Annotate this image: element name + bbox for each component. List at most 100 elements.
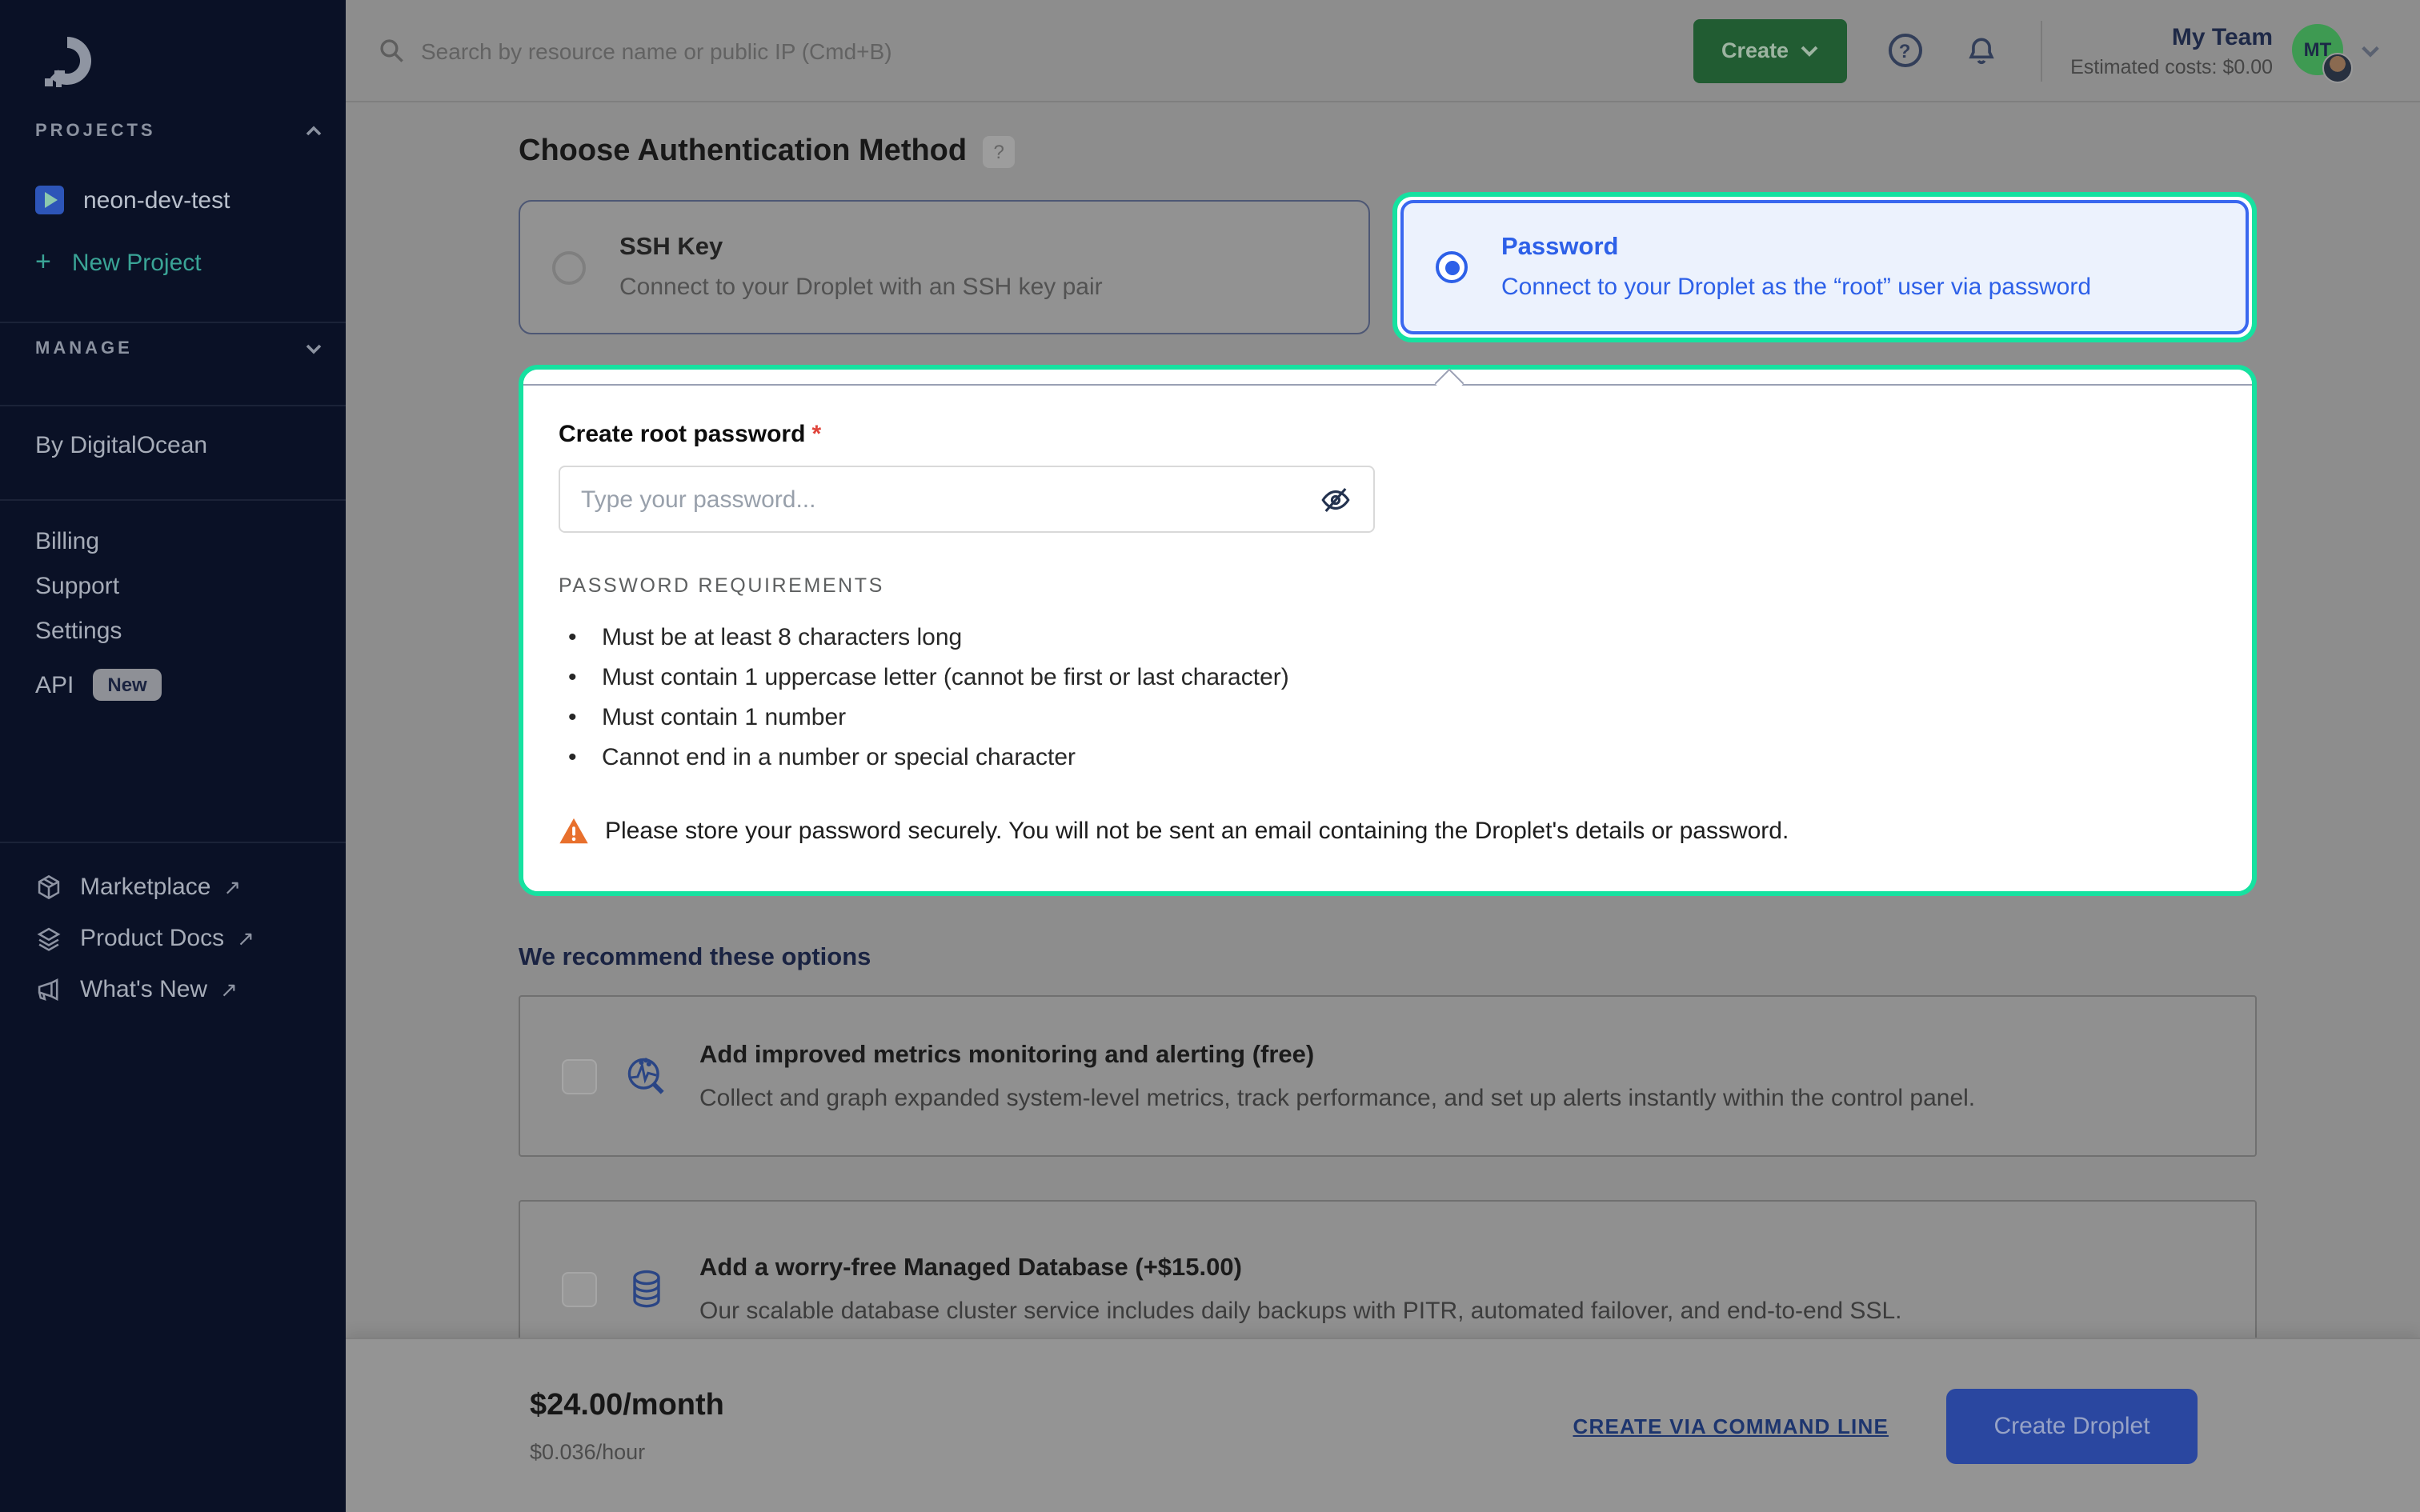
auth-option-password[interactable]: Password Connect to your Droplet as the … xyxy=(1400,200,2249,334)
manage-section-header[interactable]: MANAGE xyxy=(35,339,323,358)
radio-selected-icon[interactable] xyxy=(1436,251,1468,283)
auth-method-options: SSH Key Connect to your Droplet with an … xyxy=(519,192,2257,342)
settings-label: Settings xyxy=(35,618,122,645)
sidebar-item-settings[interactable]: Settings xyxy=(35,618,323,645)
external-arrow-icon: ↗ xyxy=(237,926,254,951)
sidebar-divider xyxy=(0,405,346,406)
required-asterisk: * xyxy=(811,421,821,448)
help-question-icon: ? xyxy=(1899,39,1911,62)
monthly-price: $24.00/month xyxy=(530,1388,724,1423)
database-icon xyxy=(623,1266,671,1314)
eye-off-icon[interactable] xyxy=(1319,482,1352,516)
recommend-title: We recommend these options xyxy=(519,944,2257,973)
support-label: Support xyxy=(35,573,119,600)
panel-caret xyxy=(1435,369,1464,398)
sidebar-divider xyxy=(0,499,346,501)
new-project-label: New Project xyxy=(72,249,202,276)
metrics-option-desc: Collect and graph expanded system-level … xyxy=(699,1084,1975,1111)
sidebar-divider xyxy=(0,322,346,323)
sidebar-item-marketplace[interactable]: Marketplace ↗ xyxy=(35,874,323,901)
title-help-button[interactable]: ? xyxy=(983,136,1015,168)
sidebar-item-support[interactable]: Support xyxy=(35,573,323,600)
create-via-command-line-link[interactable]: CREATE VIA COMMAND LINE xyxy=(1573,1414,1889,1438)
api-label: API xyxy=(35,671,74,698)
price-block: $24.00/month $0.036/hour xyxy=(530,1388,724,1463)
layers-icon xyxy=(35,925,62,952)
billing-label: Billing xyxy=(35,528,99,555)
sidebar-item-whats-new[interactable]: What's New ↗ xyxy=(35,976,323,1003)
password-desc: Connect to your Droplet as the “root” us… xyxy=(1501,274,2091,301)
project-icon xyxy=(35,186,64,214)
product-docs-label: Product Docs xyxy=(80,925,224,952)
bottom-bar: $24.00/month $0.036/hour CREATE VIA COMM… xyxy=(346,1338,2420,1512)
estimated-costs: Estimated costs: $0.00 xyxy=(2070,55,2273,78)
password-requirements-title: PASSWORD REQUIREMENTS xyxy=(559,574,2214,597)
header-divider xyxy=(2040,20,2041,81)
search-input[interactable]: Search by resource name or public IP (Cm… xyxy=(378,37,1693,64)
sidebar-item-product-docs[interactable]: Product Docs ↗ xyxy=(35,925,323,952)
create-label: Create xyxy=(1721,38,1789,62)
create-root-password-panel: Create root password* PASSWORD REQUIREME… xyxy=(523,370,2252,891)
create-button[interactable]: Create xyxy=(1693,18,1846,82)
help-button[interactable]: ? xyxy=(1888,34,1921,67)
sidebar-item-billing[interactable]: Billing xyxy=(35,528,323,555)
question-icon: ? xyxy=(993,141,1004,163)
external-arrow-icon: ↗ xyxy=(223,874,241,900)
warning-text: Please store your password securely. You… xyxy=(605,818,1789,845)
requirement-item: Must contain 1 uppercase letter (cannot … xyxy=(559,658,2214,698)
chevron-down-icon[interactable] xyxy=(2359,39,2382,62)
password-panel-highlight: Create root password* PASSWORD REQUIREME… xyxy=(519,365,2257,896)
project-name: neon-dev-test xyxy=(83,186,230,214)
database-option-desc: Our scalable database cluster service in… xyxy=(699,1298,1902,1325)
plus-icon: + xyxy=(35,246,51,278)
sidebar: PROJECTS neon-dev-test + New Project MAN… xyxy=(0,0,346,1512)
root-password-label: Create root password* xyxy=(559,421,2214,448)
marketplace-label: Marketplace xyxy=(80,874,210,901)
whats-new-label: What's New xyxy=(80,976,207,1003)
database-checkbox[interactable] xyxy=(562,1272,597,1307)
sidebar-item-project[interactable]: neon-dev-test xyxy=(35,186,323,214)
auth-option-ssh-key[interactable]: SSH Key Connect to your Droplet with an … xyxy=(519,200,1370,334)
option-metrics-monitoring[interactable]: Add improved metrics monitoring and aler… xyxy=(519,995,2257,1157)
main-area: Search by resource name or public IP (Cm… xyxy=(346,0,2420,1512)
chevron-up-icon xyxy=(304,122,323,141)
content: Choose Authentication Method ? SSH Key C… xyxy=(346,102,2420,1379)
team-info: My Team Estimated costs: $0.00 xyxy=(2070,23,2273,78)
top-bar: Search by resource name or public IP (Cm… xyxy=(346,0,2420,102)
hourly-price: $0.036/hour xyxy=(530,1439,724,1463)
metrics-magnifier-icon xyxy=(623,1052,671,1100)
search-icon xyxy=(378,37,405,64)
sidebar-item-api[interactable]: API New xyxy=(35,669,323,701)
new-project-button[interactable]: + New Project xyxy=(35,246,323,278)
search-placeholder: Search by resource name or public IP (Cm… xyxy=(421,38,892,63)
password-input[interactable] xyxy=(581,486,1319,513)
page-title: Choose Authentication Method xyxy=(519,134,967,170)
password-option-highlight: Password Connect to your Droplet as the … xyxy=(1392,192,2257,342)
database-option-title: Add a worry-free Managed Database (+$15.… xyxy=(699,1254,1902,1283)
megaphone-icon xyxy=(35,976,62,1003)
cube-icon xyxy=(35,874,62,901)
chevron-down-icon xyxy=(1800,44,1817,57)
team-name: My Team xyxy=(2070,23,2273,50)
notifications-bell-icon[interactable] xyxy=(1963,33,1998,68)
sidebar-divider xyxy=(0,842,346,843)
create-droplet-button[interactable]: Create Droplet xyxy=(1946,1388,2198,1463)
digitalocean-logo-icon xyxy=(35,29,99,93)
chevron-down-icon xyxy=(304,339,323,358)
ssh-key-desc: Connect to your Droplet with an SSH key … xyxy=(619,274,1103,301)
metrics-option-title: Add improved metrics monitoring and aler… xyxy=(699,1041,1975,1070)
requirement-item: Cannot end in a number or special charac… xyxy=(559,738,2214,778)
radio-unselected-icon[interactable] xyxy=(552,250,586,284)
metrics-checkbox[interactable] xyxy=(562,1058,597,1094)
panel-border xyxy=(523,384,2252,386)
manage-label: MANAGE xyxy=(35,339,133,358)
by-digitalocean-label: By DigitalOcean xyxy=(35,432,207,459)
new-badge: New xyxy=(93,669,161,701)
requirement-item: Must contain 1 number xyxy=(559,698,2214,738)
account-menu[interactable]: MT xyxy=(2292,23,2346,78)
external-arrow-icon: ↗ xyxy=(220,977,238,1002)
warning-triangle-icon xyxy=(559,816,589,846)
ssh-key-label: SSH Key xyxy=(619,234,1103,262)
projects-section-header[interactable]: PROJECTS xyxy=(35,122,323,141)
sidebar-item-by-digitalocean[interactable]: By DigitalOcean xyxy=(35,432,323,459)
